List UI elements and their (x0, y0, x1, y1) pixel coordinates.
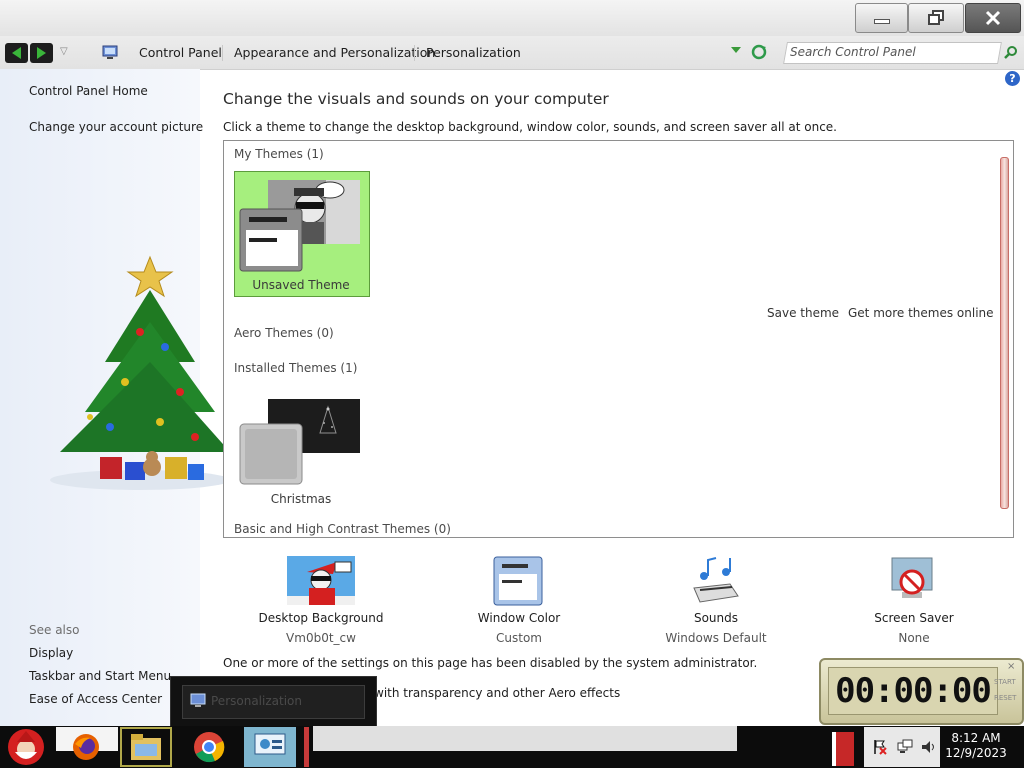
control-panel-icon (102, 45, 118, 59)
installed-themes-header: Installed Themes (1) (234, 361, 358, 375)
clock-date[interactable]: 12/9/2023 (941, 746, 1011, 760)
taskbar-preview-label: Personalization (211, 694, 302, 708)
chrome-taskbar-button[interactable] (183, 727, 235, 767)
restore-button[interactable] (908, 3, 964, 33)
start-button[interactable] (0, 727, 52, 767)
desktop-background-label: Desktop Background (258, 611, 384, 625)
screen-saver-label: Screen Saver (874, 611, 954, 625)
save-theme-link[interactable]: Save theme (767, 306, 839, 320)
close-icon (985, 10, 1001, 26)
breadcrumb-personalization[interactable]: Personalization (426, 45, 521, 60)
recent-pages-chevron-icon[interactable]: ▽ (60, 46, 68, 57)
breadcrumb-separator (222, 45, 223, 61)
page-description: Click a theme to change the desktop back… (223, 120, 837, 134)
forward-arrow-icon (37, 47, 46, 59)
close-button[interactable] (965, 3, 1021, 33)
help-icon[interactable]: ? (1005, 71, 1020, 86)
control-panel-home-link[interactable]: Control Panel Home (29, 84, 148, 98)
desktop-background-value: Vm0b0t_cw (286, 631, 356, 645)
taskbar-light-region (313, 726, 737, 751)
timer-display: 00:00:00 (828, 667, 998, 715)
control-panel-icon (254, 733, 286, 755)
restore-icon (928, 10, 944, 25)
show-desktop-marker (832, 732, 854, 766)
change-account-picture-link[interactable]: Change your account picture (29, 120, 203, 134)
window-color-value: Custom (496, 631, 542, 645)
unsaved-theme-window-thumbnail (239, 208, 303, 272)
basic-high-contrast-header: Basic and High Contrast Themes (0) (234, 522, 451, 536)
disabled-settings-notice: One or more of the settings on this page… (223, 656, 758, 670)
gadget-close-icon[interactable]: × (1007, 661, 1015, 672)
christmas-tree-decoration (50, 255, 230, 490)
christmas-theme-label: Christmas (270, 492, 332, 506)
see-also-heading: See also (29, 623, 80, 637)
christmas-theme-window-thumbnail (239, 423, 303, 485)
ease-of-access-link[interactable]: Ease of Access Center (29, 692, 162, 706)
desktop-background-icon (287, 556, 355, 605)
window-color-icon (493, 556, 543, 606)
minimize-button[interactable] (855, 3, 908, 33)
back-button[interactable] (5, 43, 28, 63)
unsaved-theme-label: Unsaved Theme (252, 278, 350, 292)
display-link[interactable]: Display (29, 646, 73, 660)
control-panel-taskbar-button[interactable] (244, 727, 296, 767)
minimize-icon (873, 18, 890, 24)
search-placeholder: Search Control Panel (790, 45, 916, 59)
page-title: Change the visuals and sounds on your co… (223, 90, 609, 108)
timer-reset-button[interactable]: RESET (994, 694, 1016, 702)
network-icon[interactable] (897, 739, 913, 755)
action-center-flag-icon[interactable] (872, 739, 888, 755)
taskbar-divider (304, 727, 309, 767)
my-themes-header: My Themes (1) (234, 147, 324, 161)
taskbar-start-menu-link[interactable]: Taskbar and Start Menu (29, 669, 171, 683)
folder-icon (131, 734, 161, 760)
back-arrow-icon (12, 47, 21, 59)
breadcrumb-control-panel[interactable]: Control Panel (139, 45, 222, 60)
explorer-taskbar-button[interactable] (120, 727, 172, 767)
firefox-taskbar-button[interactable] (60, 727, 112, 767)
volume-icon[interactable] (920, 739, 936, 755)
get-more-themes-link[interactable]: Get more themes online (848, 306, 994, 320)
forward-button[interactable] (30, 43, 53, 63)
window-color-label: Window Color (477, 611, 561, 625)
search-icon[interactable] (1004, 45, 1018, 59)
address-dropdown-icon[interactable] (731, 47, 741, 53)
refresh-icon[interactable] (751, 44, 767, 60)
personalization-icon (190, 693, 206, 707)
themes-scrollbar-thumb[interactable] (1000, 157, 1009, 509)
aero-themes-header: Aero Themes (0) (234, 326, 334, 340)
breadcrumb-appearance[interactable]: Appearance and Personalization (234, 45, 435, 60)
timer-start-button[interactable]: START (994, 678, 1016, 686)
sounds-label: Sounds (693, 611, 739, 625)
breadcrumb-separator (414, 45, 415, 61)
screen-saver-icon (891, 557, 933, 598)
sounds-value: Windows Default (665, 631, 767, 645)
firefox-icon (73, 734, 99, 760)
clock-time[interactable]: 8:12 AM (941, 731, 1011, 745)
santa-start-icon (8, 729, 44, 765)
chrome-icon (194, 732, 225, 763)
transparency-option-text: with transparency and other Aero effects (374, 686, 621, 700)
sounds-icon (693, 557, 739, 603)
screen-saver-value: None (898, 631, 930, 645)
